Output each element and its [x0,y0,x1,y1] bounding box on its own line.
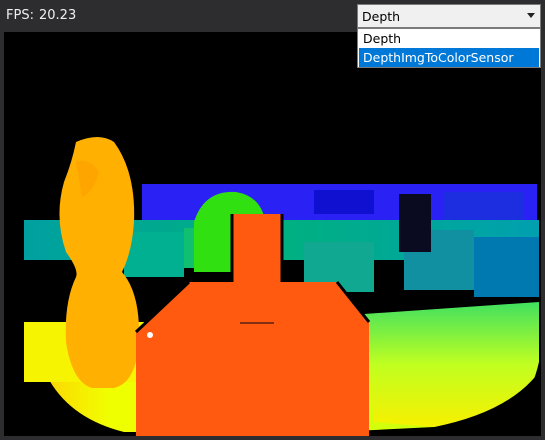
fps-value: 20.23 [39,8,77,23]
dropdown-option-depth[interactable]: Depth [359,29,539,48]
stream-mode-dropdown-list: Depth DepthImgToColorSensor [357,28,541,68]
stream-mode-select[interactable]: Depth [357,4,541,28]
fps-label: FPS: [6,8,34,23]
depth-image [4,32,541,436]
chevron-down-icon[interactable] [527,13,535,18]
stream-mode-selected-value: Depth [362,9,401,24]
depth-view [4,32,541,436]
dropdown-option-depth-img-to-color-sensor[interactable]: DepthImgToColorSensor [359,48,539,67]
